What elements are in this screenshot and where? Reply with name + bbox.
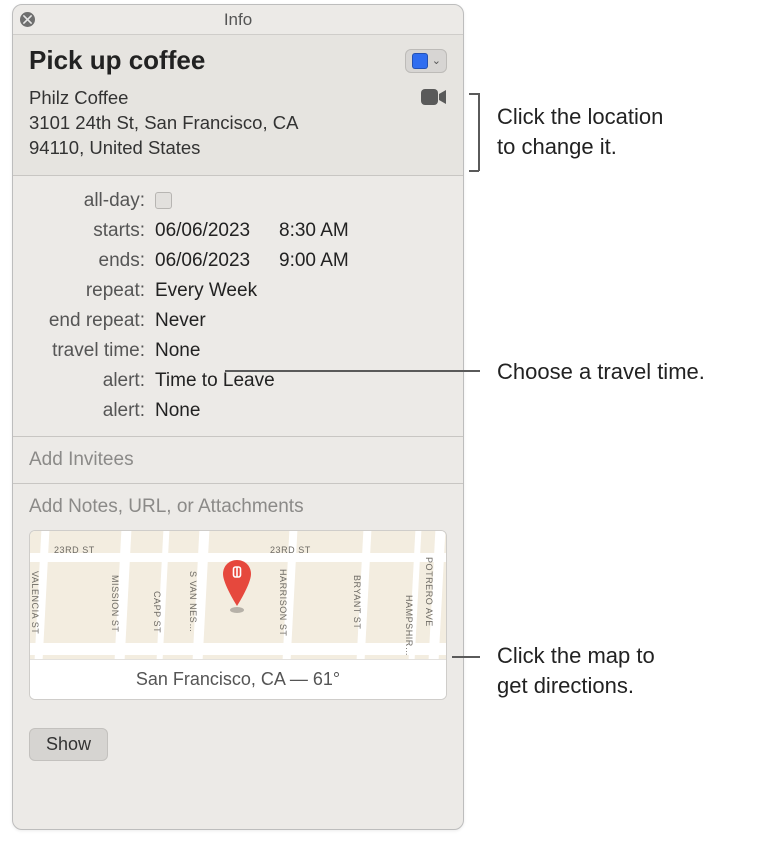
repeat-value[interactable]: Every Week [155, 280, 257, 302]
map-weather: San Francisco, CA — 61° [30, 659, 446, 699]
row-alert-2: alert: None [29, 400, 447, 422]
alert2-value[interactable]: None [155, 400, 200, 422]
row-end-repeat: end repeat: Never [29, 310, 447, 332]
row-travel-time: travel time: None [29, 340, 447, 362]
map-container: 23RD ST 23RD ST VALENCIA ST MISSION ST C… [29, 530, 447, 700]
invitees-section[interactable]: Add Invitees [13, 437, 463, 484]
row-repeat: repeat: Every Week [29, 280, 447, 302]
row-starts: starts: 06/06/2023 8:30 AM [29, 220, 447, 242]
end-repeat-value[interactable]: Never [155, 310, 206, 332]
map-pin-icon [222, 560, 252, 615]
show-button[interactable]: Show [29, 728, 108, 761]
alert1-value[interactable]: Time to Leave [155, 370, 275, 392]
location-name: Philz Coffee [29, 86, 298, 111]
callout-map: Click the map to get directions. [497, 641, 655, 700]
row-alert-1: alert: Time to Leave [29, 370, 447, 392]
event-location[interactable]: Philz Coffee 3101 24th St, San Francisco… [29, 86, 298, 161]
callout-location: Click the location to change it. [497, 102, 663, 161]
start-time[interactable]: 8:30 AM [279, 220, 349, 242]
calendar-color-swatch [412, 53, 428, 69]
travel-time-value[interactable]: None [155, 340, 200, 362]
allday-checkbox[interactable] [155, 192, 172, 209]
leader-map [452, 656, 480, 658]
notes-placeholder[interactable]: Add Notes, URL, or Attachments [29, 496, 304, 517]
location-country: 94110, United States [29, 136, 298, 161]
titlebar: Info [13, 5, 463, 35]
bracket-location [469, 93, 479, 171]
window-title: Info [224, 10, 252, 30]
row-ends: ends: 06/06/2023 9:00 AM [29, 250, 447, 272]
map[interactable]: 23RD ST 23RD ST VALENCIA ST MISSION ST C… [30, 531, 446, 659]
video-camera-icon[interactable] [421, 88, 447, 112]
event-title[interactable]: Pick up coffee [29, 45, 205, 76]
calendar-picker[interactable]: ⌄ [405, 49, 447, 73]
invitees-placeholder: Add Invitees [29, 449, 134, 470]
event-header: Pick up coffee ⌄ Philz Coffee 3101 24th … [13, 35, 463, 176]
leader-travel [225, 370, 480, 372]
start-date[interactable]: 06/06/2023 [155, 220, 279, 242]
callout-travel: Choose a travel time. [497, 357, 705, 387]
chevron-down-icon: ⌄ [432, 54, 441, 67]
footer: Show [13, 716, 463, 773]
event-info-panel: Info Pick up coffee ⌄ Philz Coffee 3101 … [12, 4, 464, 830]
details-section: all-day: starts: 06/06/2023 8:30 AM ends… [13, 176, 463, 437]
row-allday: all-day: [29, 190, 447, 212]
close-icon[interactable] [20, 12, 35, 27]
end-time[interactable]: 9:00 AM [279, 250, 349, 272]
end-date[interactable]: 06/06/2023 [155, 250, 279, 272]
location-street: 3101 24th St, San Francisco, CA [29, 111, 298, 136]
notes-section: Add Notes, URL, or Attachments 23RD ST 2… [13, 484, 463, 716]
